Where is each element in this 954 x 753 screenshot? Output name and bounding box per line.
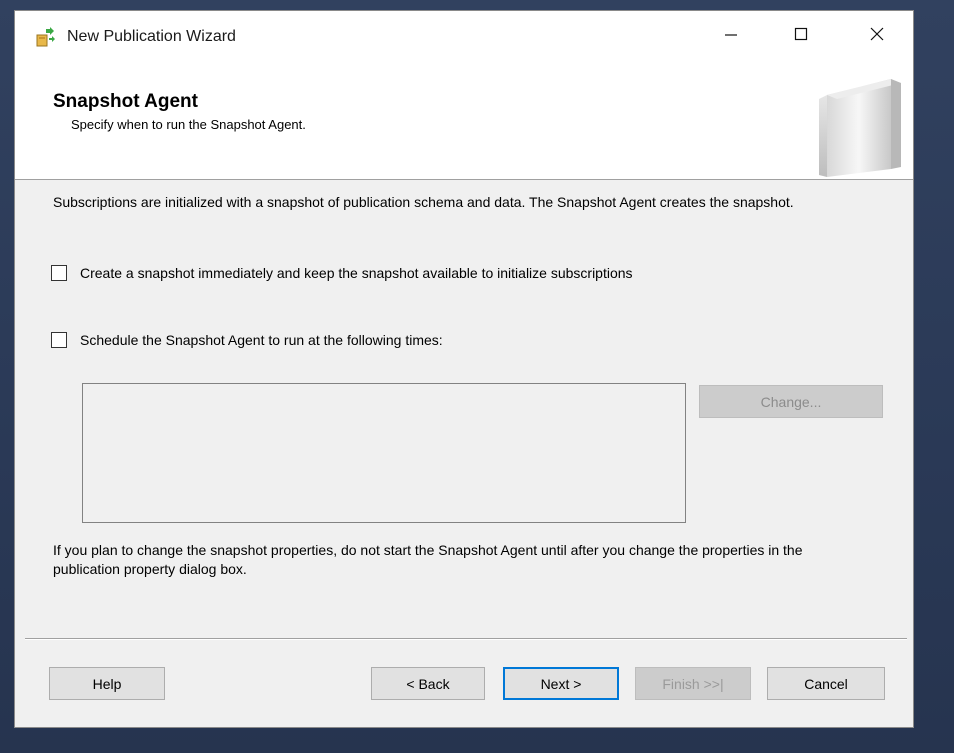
wizard-banner-graphic [813, 73, 909, 177]
help-button[interactable]: Help [49, 667, 165, 700]
footer-separator [25, 638, 907, 640]
create-snapshot-now-checkbox[interactable] [51, 265, 67, 281]
page-title: Snapshot Agent [53, 91, 198, 112]
finish-button[interactable]: Finish >>| [635, 667, 751, 700]
note-text: If you plan to change the snapshot prope… [53, 542, 803, 577]
close-button[interactable] [849, 11, 905, 61]
minimize-icon [724, 27, 738, 46]
close-icon [870, 27, 884, 46]
next-button[interactable]: Next > [503, 667, 619, 700]
schedule-snapshot-checkbox[interactable] [51, 332, 67, 348]
schedule-snapshot-label[interactable]: Schedule the Snapshot Agent to run at th… [80, 332, 443, 348]
maximize-button[interactable] [773, 11, 829, 61]
create-snapshot-now-option[interactable]: Create a snapshot immediately and keep t… [51, 265, 633, 281]
page-subtitle: Specify when to run the Snapshot Agent. [71, 117, 306, 132]
change-schedule-button[interactable]: Change... [699, 385, 883, 418]
cancel-button[interactable]: Cancel [767, 667, 885, 700]
minimize-button[interactable] [703, 11, 759, 61]
schedule-snapshot-option[interactable]: Schedule the Snapshot Agent to run at th… [51, 332, 443, 348]
back-button[interactable]: < Back [371, 667, 485, 700]
window-title: New Publication Wizard [67, 28, 236, 45]
wizard-window: New Publication Wizard Snapshot Agent Sp… [14, 10, 914, 728]
wizard-header: Snapshot Agent Specify when to run the S… [15, 61, 913, 180]
publication-wizard-icon [35, 26, 57, 48]
title-bar[interactable]: New Publication Wizard [15, 11, 913, 61]
create-snapshot-now-label[interactable]: Create a snapshot immediately and keep t… [80, 265, 633, 281]
maximize-icon [794, 27, 808, 46]
intro-text: Subscriptions are initialized with a sna… [53, 194, 794, 210]
schedule-description-box [82, 383, 686, 523]
